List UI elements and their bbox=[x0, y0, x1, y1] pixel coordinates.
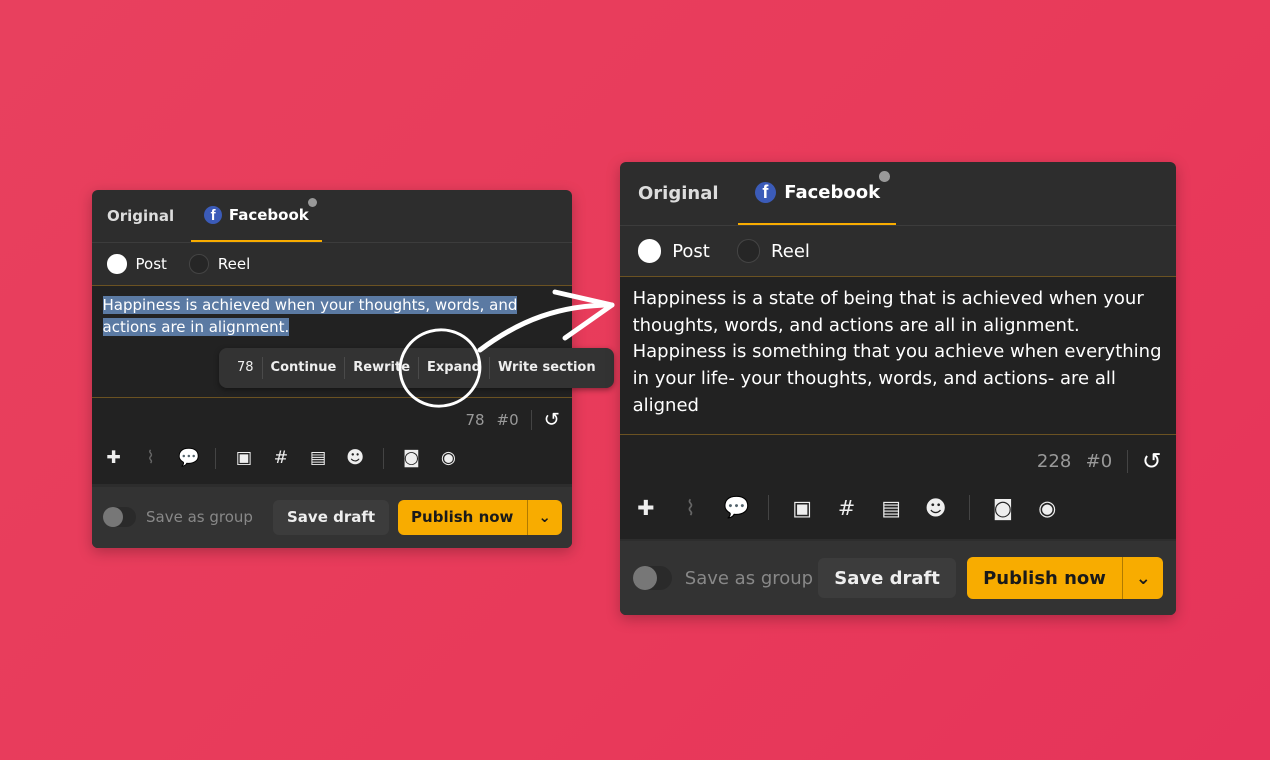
divider bbox=[968, 495, 970, 521]
radio-post[interactable]: Post bbox=[638, 239, 710, 263]
eye-icon[interactable]: ◉ bbox=[1036, 496, 1059, 520]
chevron-down-icon[interactable]: ⌄ bbox=[528, 508, 562, 526]
tab-bar: Original f Facebook bbox=[92, 190, 572, 244]
robot-icon[interactable]: ▣ bbox=[791, 496, 814, 520]
scroll-icon[interactable]: ▤ bbox=[880, 496, 903, 520]
radio-label: Reel bbox=[771, 240, 810, 262]
scroll-icon[interactable]: ▤ bbox=[309, 448, 328, 468]
publish-now-button[interactable]: Publish now bbox=[398, 500, 528, 535]
radio-label: Post bbox=[672, 240, 710, 262]
save-as-group-toggle[interactable] bbox=[102, 507, 136, 528]
tab-original[interactable]: Original bbox=[638, 162, 735, 225]
footer: Save as group Save draft Publish now ⌄ bbox=[92, 486, 572, 548]
toolbar: ✚ ⌇ 💬 ▣ # ▤ ☻ ◙ ◉ bbox=[620, 477, 1176, 539]
ai-continue-button[interactable]: Continue bbox=[261, 356, 345, 380]
chevron-down-icon[interactable]: ⌄ bbox=[1123, 568, 1163, 589]
radio-circle bbox=[638, 239, 662, 263]
smiley-icon[interactable]: ☻ bbox=[924, 496, 947, 520]
undo-icon[interactable]: ↺ bbox=[1142, 447, 1162, 475]
paperclip-icon[interactable]: ⌇ bbox=[679, 496, 702, 520]
publish-group: Publish now ⌄ bbox=[397, 500, 562, 535]
undo-icon[interactable]: ↺ bbox=[544, 408, 560, 431]
status-dot bbox=[879, 171, 890, 182]
comments-icon[interactable]: 💬 bbox=[178, 448, 199, 468]
save-as-group-toggle[interactable] bbox=[632, 565, 673, 591]
radio-reel[interactable]: Reel bbox=[189, 254, 250, 274]
post-text: Happiness is a state of being that is ac… bbox=[632, 288, 1162, 416]
tab-label: Facebook bbox=[228, 206, 309, 225]
publish-now-button[interactable]: Publish now bbox=[967, 557, 1124, 599]
tab-label: Original bbox=[107, 207, 175, 226]
eye-icon[interactable]: ◉ bbox=[439, 448, 458, 468]
save-draft-button[interactable]: Save draft bbox=[273, 500, 389, 535]
camera-icon[interactable]: ◙ bbox=[402, 448, 421, 468]
hashtag-count: #0 bbox=[1085, 450, 1113, 472]
plus-icon[interactable]: ✚ bbox=[634, 496, 657, 520]
tab-original[interactable]: Original bbox=[107, 190, 188, 242]
tab-label: Facebook bbox=[784, 181, 881, 203]
ai-expand-button[interactable]: Expand bbox=[418, 356, 489, 380]
composer-panel-before: Original f Facebook Post Reel Happiness i… bbox=[92, 190, 614, 548]
radio-circle bbox=[736, 239, 761, 263]
radio-post[interactable]: Post bbox=[107, 254, 167, 274]
publish-group: Publish now ⌄ bbox=[966, 557, 1164, 599]
counter-row: 228 #0 ↺ bbox=[620, 435, 1176, 476]
hashtag-icon[interactable]: # bbox=[835, 496, 858, 520]
tab-bar: Original f Facebook bbox=[620, 162, 1176, 226]
char-count: 228 bbox=[1036, 450, 1072, 472]
tab-facebook[interactable]: f Facebook bbox=[190, 190, 323, 243]
ai-write-section-button[interactable]: Write section bbox=[488, 356, 604, 380]
divider bbox=[530, 410, 532, 430]
tab-label: Original bbox=[638, 182, 719, 204]
facebook-icon: f bbox=[204, 206, 223, 225]
radio-reel[interactable]: Reel bbox=[736, 239, 810, 263]
divider bbox=[1126, 449, 1128, 473]
robot-icon[interactable]: ▣ bbox=[234, 448, 253, 468]
plus-icon[interactable]: ✚ bbox=[104, 448, 123, 468]
radio-circle bbox=[107, 254, 127, 274]
hashtag-count: #0 bbox=[496, 410, 519, 429]
divider bbox=[767, 495, 769, 521]
save-as-group-label: Save as group bbox=[146, 508, 253, 527]
post-type: Post Reel bbox=[620, 226, 1176, 278]
char-count: 78 bbox=[465, 410, 485, 429]
save-as-group-label: Save as group bbox=[684, 567, 814, 589]
divider bbox=[382, 448, 384, 469]
selected-text: Happiness is achieved when your thoughts… bbox=[102, 295, 518, 314]
facebook-icon: f bbox=[754, 181, 777, 204]
paperclip-icon[interactable]: ⌇ bbox=[141, 448, 160, 468]
radio-circle bbox=[189, 254, 209, 274]
comments-icon[interactable]: 💬 bbox=[723, 495, 749, 520]
ai-rewrite-button[interactable]: Rewrite bbox=[344, 356, 418, 380]
hashtag-icon[interactable]: # bbox=[271, 448, 290, 468]
radio-label: Reel bbox=[217, 255, 251, 274]
post-type: Post Reel bbox=[92, 243, 572, 286]
post-editor[interactable]: Happiness is achieved when your thoughts… bbox=[92, 286, 614, 398]
counter-row: 78 #0 ↺ bbox=[92, 398, 572, 433]
post-editor[interactable]: Happiness is a state of being that is ac… bbox=[620, 277, 1176, 436]
footer: Save as group Save draft Publish now ⌄ bbox=[620, 541, 1176, 615]
ai-menu: 78 Continue Rewrite Expand Write section bbox=[219, 348, 614, 388]
composer-panel-after: Original f Facebook Post Reel Happiness i… bbox=[620, 162, 1176, 615]
selected-text: actions are in alignment. bbox=[102, 318, 290, 336]
radio-label: Post bbox=[135, 255, 167, 274]
status-dot bbox=[308, 197, 318, 207]
tab-facebook[interactable]: f Facebook bbox=[738, 162, 897, 225]
ai-count: 78 bbox=[237, 359, 254, 375]
save-draft-button[interactable]: Save draft bbox=[818, 557, 957, 599]
smiley-icon[interactable]: ☻ bbox=[346, 448, 365, 468]
divider bbox=[215, 448, 217, 469]
camera-icon[interactable]: ◙ bbox=[991, 496, 1014, 520]
toolbar: ✚ ⌇ 💬 ▣ # ▤ ☻ ◙ ◉ bbox=[92, 433, 572, 485]
